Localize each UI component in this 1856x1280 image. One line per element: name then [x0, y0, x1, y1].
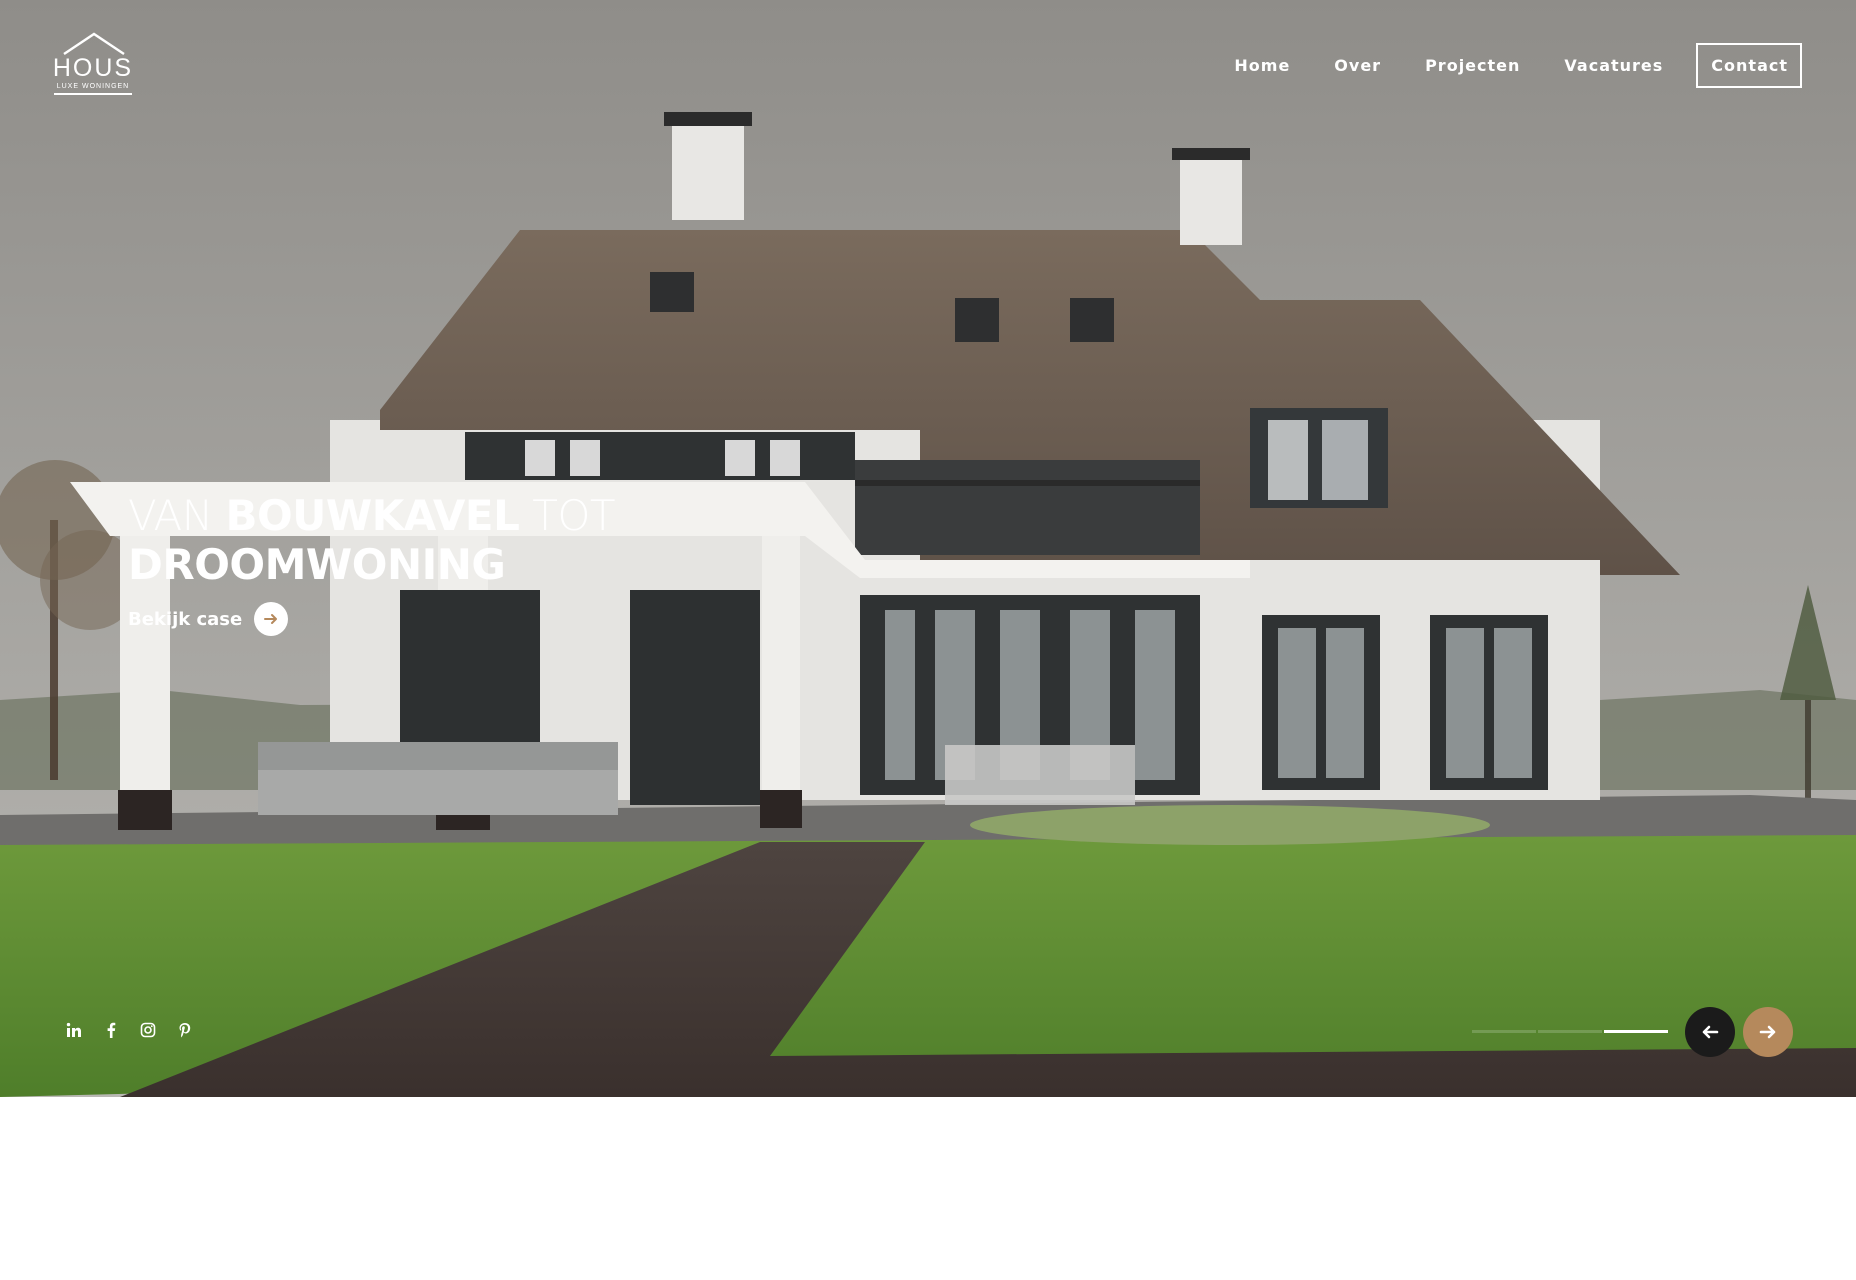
nav-item-home[interactable]: Home	[1234, 56, 1290, 75]
social-links	[64, 1020, 212, 1040]
hero-section: HOUS LUXE WONINGEN Home Over Projecten V…	[0, 0, 1856, 1097]
brand-tagline: LUXE WONINGEN	[56, 83, 130, 90]
slide-indicator[interactable]	[1538, 1030, 1602, 1033]
arrow-left-icon	[1702, 1025, 1719, 1039]
hero-headline: VAN BOUWKAVEL TOT DROOMWONING	[128, 491, 616, 590]
contact-button[interactable]: Contact	[1696, 43, 1802, 88]
house-roof-icon	[63, 32, 125, 55]
nav-item-projecten[interactable]: Projecten	[1425, 56, 1520, 75]
headline-bouwkavel: BOUWKAVEL	[225, 491, 520, 540]
headline-van: VAN	[128, 491, 226, 540]
instagram-icon[interactable]	[138, 1020, 158, 1040]
headline-line-1: VAN BOUWKAVEL TOT	[128, 491, 616, 540]
facebook-icon[interactable]	[101, 1020, 121, 1040]
next-slide-button[interactable]	[1743, 1007, 1793, 1057]
slide-progress	[1472, 1030, 1670, 1033]
view-case-link[interactable]: Bekijk case	[128, 602, 289, 636]
pinterest-icon[interactable]	[175, 1020, 195, 1040]
headline-tot: TOT	[519, 491, 616, 540]
content-section	[0, 1097, 1856, 1280]
view-case-label: Bekijk case	[128, 608, 243, 630]
arrow-right-icon	[1759, 1025, 1776, 1039]
main-navigation: Home Over Projecten Vacatures Contact	[1190, 43, 1802, 88]
slider-controls	[1685, 1007, 1801, 1057]
brand-underline	[54, 93, 132, 95]
brand-name: HOUS	[52, 54, 134, 82]
nav-item-vacatures[interactable]: Vacatures	[1564, 56, 1663, 75]
arrow-right-icon	[254, 602, 289, 636]
headline-line-2: DROOMWONING	[128, 540, 506, 589]
slide-indicator-active[interactable]	[1604, 1030, 1668, 1033]
slide-indicator[interactable]	[1472, 1030, 1536, 1033]
brand-logo[interactable]: HOUS LUXE WONINGEN	[52, 32, 134, 96]
linkedin-icon[interactable]	[64, 1020, 84, 1040]
previous-slide-button[interactable]	[1685, 1007, 1735, 1057]
nav-item-over[interactable]: Over	[1334, 56, 1381, 75]
